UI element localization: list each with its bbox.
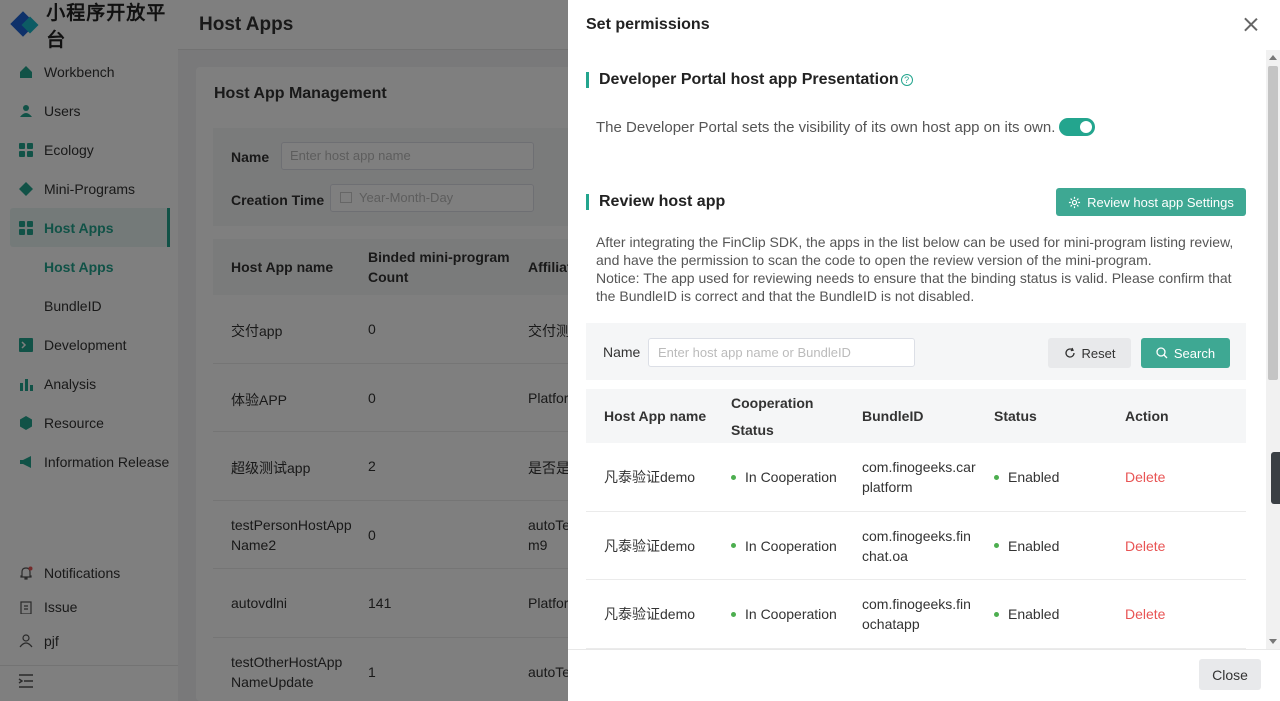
status-dot — [731, 543, 736, 548]
search-icon — [1156, 347, 1168, 359]
review-host-app-table: Host App name Cooperation Status BundleI… — [586, 389, 1246, 649]
cooperation-text: In Cooperation — [745, 606, 837, 622]
scroll-down-arrow-icon[interactable] — [1269, 639, 1277, 644]
status-dot — [994, 543, 999, 548]
bundleid-line: com.finogeeks.car — [862, 459, 976, 475]
cooperation-text: In Cooperation — [745, 537, 837, 554]
cell-host-app-name: 凡泰验证demo — [604, 537, 696, 554]
status-text: Enabled — [1008, 537, 1060, 554]
cell-status: Enabled — [994, 443, 1059, 511]
scrollbar-thumb[interactable] — [1268, 66, 1278, 380]
column-header-line: Cooperation — [731, 394, 814, 411]
refresh-icon — [1064, 347, 1075, 358]
search-input[interactable] — [648, 338, 915, 367]
close-button[interactable]: Close — [1199, 659, 1261, 690]
column-header-action: Action — [1125, 408, 1169, 424]
delete-link[interactable]: Delete — [1125, 580, 1165, 648]
column-header-status: Status — [994, 408, 1037, 424]
presentation-row: The Developer Portal sets the visibility… — [596, 118, 1096, 136]
search-button[interactable]: Search — [1141, 338, 1230, 368]
set-permissions-drawer: Set permissions Developer Portal host ap… — [568, 0, 1280, 701]
drawer-footer: Close — [568, 649, 1280, 701]
table-row: 凡泰验证demo In Cooperation com.finogeeks.fi… — [586, 580, 1246, 649]
drawer-scrollbar[interactable] — [1266, 50, 1280, 649]
table-header: Host App name Cooperation Status BundleI… — [586, 389, 1246, 443]
review-notice: Notice: The app used for reviewing needs… — [596, 270, 1232, 304]
help-icon[interactable]: ? — [900, 74, 913, 86]
delete-link[interactable]: Delete — [1125, 512, 1165, 580]
status-dot — [731, 474, 736, 480]
bundleid-line: com.finogeeks.fin — [862, 596, 971, 612]
side-widget-handle[interactable] — [1271, 452, 1280, 504]
column-header-bundleid: BundleID — [862, 408, 924, 424]
status-text: Enabled — [1008, 469, 1060, 485]
review-paragraph: After integrating the FinClip SDK, the a… — [596, 234, 1234, 268]
status-text: Enabled — [1008, 606, 1060, 622]
delete-link[interactable]: Delete — [1125, 443, 1165, 511]
bundleid-line: ochatapp — [862, 616, 920, 632]
reset-label: Reset — [1081, 345, 1116, 361]
review-settings-label: Review host app Settings — [1087, 194, 1234, 210]
drawer-title: Set permissions — [586, 16, 710, 33]
column-header-host-app-name: Host App name — [604, 408, 707, 424]
bundleid-line: com.finogeeks.fin — [862, 527, 971, 544]
cell-bundleid: com.finogeeks.fin chat.oa — [862, 512, 971, 580]
cell-cooperation-status: In Cooperation — [731, 443, 837, 511]
cell-bundleid: com.finogeeks.fin ochatapp — [862, 580, 971, 648]
status-dot — [731, 611, 736, 617]
search-label: Search — [1173, 345, 1216, 361]
column-header-line: Status — [731, 421, 774, 438]
review-settings-button[interactable]: Review host app Settings — [1056, 188, 1246, 216]
cell-cooperation-status: In Cooperation — [731, 580, 837, 648]
bundleid-line: chat.oa — [862, 547, 908, 564]
review-search-panel: Name Reset Search — [586, 323, 1246, 380]
visibility-toggle[interactable] — [1059, 118, 1096, 136]
presentation-section-title: Developer Portal host app Presentation ? — [586, 72, 913, 88]
cell-status: Enabled — [994, 580, 1059, 648]
scroll-up-arrow-icon[interactable] — [1269, 55, 1277, 60]
cell-host-app-name: 凡泰验证demo — [604, 469, 696, 485]
cell-bundleid: com.finogeeks.car platform — [862, 443, 976, 511]
cooperation-text: In Cooperation — [745, 469, 837, 485]
presentation-description: The Developer Portal sets the visibility… — [596, 118, 1056, 136]
reset-button[interactable]: Reset — [1048, 338, 1131, 368]
cell-cooperation-status: In Cooperation — [731, 512, 837, 580]
cell-status: Enabled — [994, 512, 1059, 580]
review-section-title: Review host app — [586, 194, 725, 210]
search-name-label: Name — [603, 344, 641, 360]
bundleid-line: platform — [862, 479, 913, 495]
drawer-body[interactable]: Developer Portal host app Presentation ?… — [568, 50, 1280, 649]
presentation-title-text: Developer Portal host app Presentation — [599, 71, 899, 88]
table-row: 凡泰验证demo In Cooperation com.finogeeks.ca… — [586, 443, 1246, 512]
review-description: After integrating the FinClip SDK, the a… — [596, 233, 1246, 305]
gear-icon — [1069, 196, 1081, 208]
cell-host-app-name: 凡泰验证demo — [604, 606, 696, 622]
column-header-cooperation-status: Cooperation Status — [731, 389, 813, 443]
close-icon[interactable] — [1243, 17, 1259, 33]
table-row: 凡泰验证demo In Cooperation com.finogeeks.fi… — [586, 512, 1246, 580]
status-dot — [994, 474, 999, 480]
status-dot — [994, 611, 999, 617]
